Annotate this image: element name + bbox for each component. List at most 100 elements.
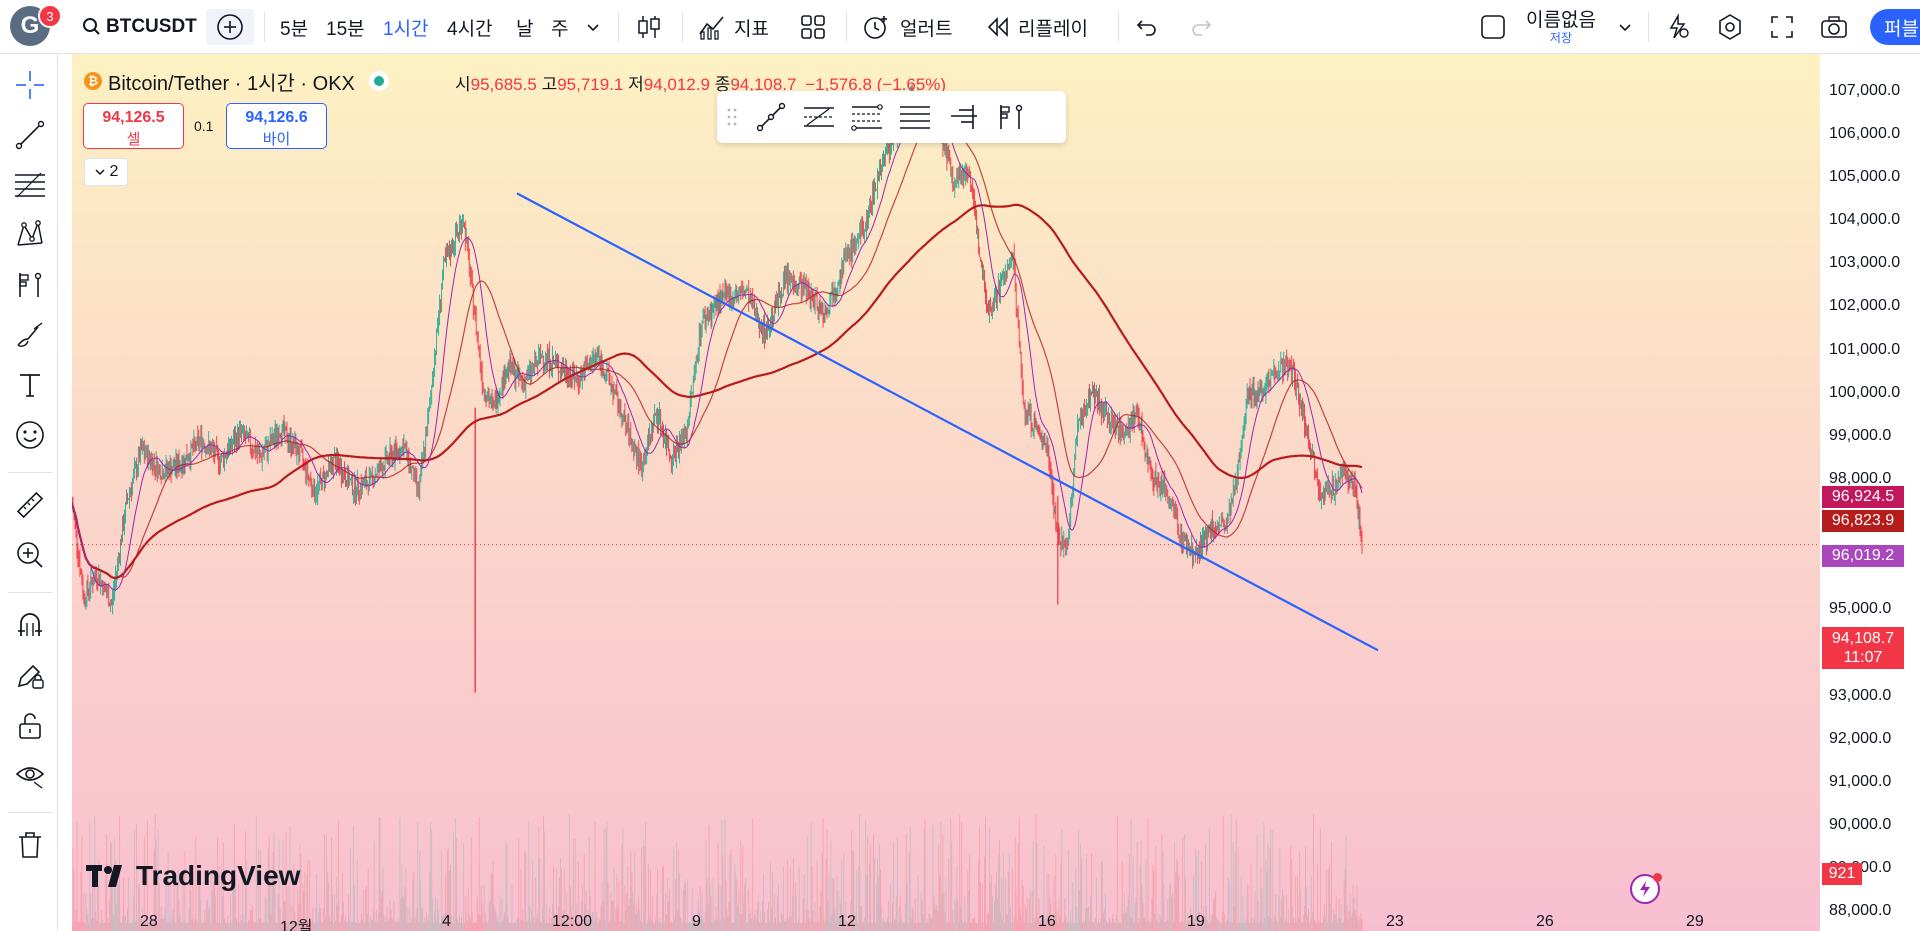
lock-all-tool[interactable]: [10, 705, 50, 745]
price-axis-label: 104,000.0: [1829, 211, 1901, 228]
square-icon: [1481, 15, 1505, 39]
rewind-icon: [987, 17, 1008, 37]
emoji-tool[interactable]: [10, 415, 50, 455]
horizontal-lines-icon: [900, 106, 930, 129]
ma1-price-tag: 96,924.5: [1822, 486, 1904, 508]
interval-dropdown[interactable]: [586, 0, 600, 54]
chart-pane[interactable]: [72, 54, 1820, 931]
fullscreen-button[interactable]: [1770, 0, 1794, 54]
top-toolbar: G 3 BTCUSDT 5분 15분 1시간 4시간 날 주 지표 얼러트 리플…: [0, 0, 1920, 54]
hide-all-tool[interactable]: [10, 755, 50, 795]
save-label: 저장: [1549, 30, 1572, 45]
chart-type-button[interactable]: [636, 0, 662, 54]
layout-dropdown[interactable]: [1618, 0, 1632, 54]
measure-tool[interactable]: [10, 485, 50, 525]
fib-tool[interactable]: [10, 165, 50, 205]
last-price-tag: 94,108.7 11:07: [1822, 627, 1904, 669]
interval-4h[interactable]: 4시간: [447, 0, 493, 54]
time-axis-label: 19: [1187, 913, 1205, 930]
fav-fixed-range-volume[interactable]: [939, 97, 987, 137]
redo-button[interactable]: [1190, 0, 1212, 54]
publish-button[interactable]: 퍼블: [1870, 9, 1920, 45]
trendline-tool[interactable]: [10, 115, 50, 155]
indicators-collapse-button[interactable]: 2: [84, 158, 128, 186]
quick-search-button[interactable]: [1664, 0, 1692, 54]
magnet-tool[interactable]: [10, 605, 50, 645]
replay-button[interactable]: 리플레이: [986, 0, 1088, 54]
buy-label: 바이: [262, 131, 291, 148]
bitcoin-icon: ₿: [84, 72, 102, 90]
chevron-down-icon: [1619, 24, 1631, 32]
price-axis-label: 90,000.0: [1829, 816, 1892, 833]
interval-week[interactable]: 주: [551, 0, 568, 54]
sell-button[interactable]: 94,126.5 셀: [83, 103, 184, 149]
tradingview-wordmark: TradingView: [136, 860, 301, 891]
indicators-label: 지표: [734, 18, 769, 40]
fav-fib-retracement[interactable]: [843, 97, 891, 137]
open-value: 95,685.5: [470, 75, 537, 94]
fav-parallel-channel[interactable]: [795, 97, 843, 137]
price-chart[interactable]: [72, 54, 1820, 931]
flash-indicator-icon[interactable]: [1630, 873, 1662, 904]
interval-15m[interactable]: 15분: [326, 0, 365, 54]
time-axis-label: 26: [1536, 913, 1554, 930]
drag-handle[interactable]: [717, 97, 747, 137]
series-legend[interactable]: ₿ Bitcoin/Tether · 1시간 · OKX: [84, 68, 389, 95]
tradingview-logo[interactable]: TradingView: [86, 860, 300, 892]
layout-select-checkbox[interactable]: [1480, 0, 1506, 54]
interval-day[interactable]: 날: [516, 0, 533, 54]
camera-icon: [1821, 16, 1847, 38]
chevron-down-icon: [587, 24, 599, 32]
symbol-search-button[interactable]: BTCUSDT: [82, 0, 197, 54]
alarm-clock-icon: [864, 16, 887, 39]
trash-icon: [19, 832, 41, 858]
templates-button[interactable]: [800, 0, 826, 54]
brush-tool[interactable]: [10, 315, 50, 355]
indicators-icon: [699, 16, 724, 40]
crosshair-tool[interactable]: [10, 65, 50, 105]
compare-add-button[interactable]: [206, 9, 254, 45]
price-axis-label: 99,000.0: [1829, 427, 1892, 444]
settings-button[interactable]: [1716, 0, 1744, 54]
pattern-tool[interactable]: [10, 215, 50, 255]
time-axis-label: 12:00: [552, 913, 593, 930]
parallel-channel-icon: [804, 107, 834, 127]
interval-1h[interactable]: 1시간: [383, 0, 429, 54]
low-key: 저: [628, 75, 644, 94]
eye-icon: [15, 767, 45, 789]
moving-average-long: [72, 203, 1363, 580]
zoom-tool[interactable]: [10, 535, 50, 575]
fib-retracement-icon: [851, 104, 883, 131]
fav-long-position[interactable]: [987, 97, 1035, 137]
price-axis-label: 100,000.0: [1829, 384, 1901, 401]
price-axis-label: 103,000.0: [1829, 254, 1901, 271]
pencil-lock-icon: [17, 664, 44, 689]
trendline-icon: [15, 120, 45, 150]
text-tool[interactable]: [10, 365, 50, 405]
fullscreen-icon: [1771, 16, 1793, 38]
forecast-tool[interactable]: [10, 265, 50, 305]
alert-button[interactable]: 얼러트: [862, 0, 952, 54]
undo-button[interactable]: [1136, 0, 1158, 54]
text-icon: [20, 374, 40, 397]
buy-button[interactable]: 94,126.6 바이: [226, 103, 327, 149]
layout-name-button[interactable]: 이름없음 저장: [1526, 0, 1596, 54]
position-icon: [19, 272, 42, 297]
price-axis-label: 105,000.0: [1829, 168, 1901, 185]
lightning-search-icon: [1669, 13, 1689, 39]
smiley-icon: [16, 421, 44, 449]
buy-price: 94,126.6: [245, 109, 308, 126]
undo-icon: [1136, 20, 1156, 36]
alert-label: 얼러트: [900, 18, 953, 40]
symbol-label: BTCUSDT: [106, 16, 197, 37]
lock-drawing-mode-tool[interactable]: [10, 655, 50, 695]
remove-drawings-tool[interactable]: [10, 825, 50, 865]
snapshot-button[interactable]: [1820, 0, 1848, 54]
price-axis-label: 102,000.0: [1829, 297, 1901, 314]
fav-trendline[interactable]: [747, 97, 795, 137]
market-status-icon[interactable]: [368, 71, 389, 91]
interval-5m[interactable]: 5분: [280, 0, 308, 54]
price-axis-label: 106,000.0: [1829, 125, 1901, 142]
fav-fib-levels[interactable]: [891, 97, 939, 137]
indicators-button[interactable]: 지표: [698, 0, 769, 54]
